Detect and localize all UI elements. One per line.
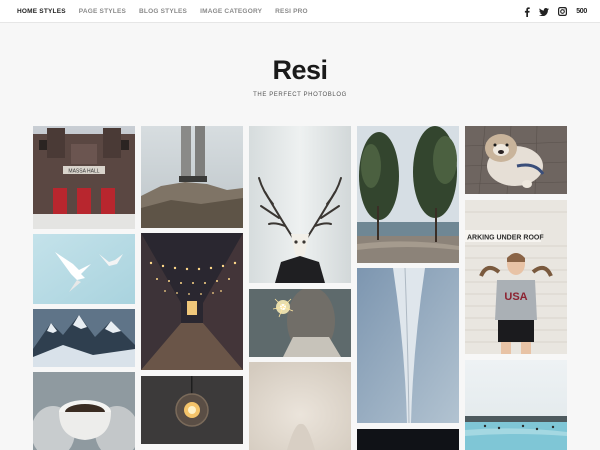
top-navigation-bar: HOME STYLES PAGE STYLES BLOG STYLES IMAG… [0,0,600,23]
photo-street-string-lights[interactable] [141,233,243,370]
photo-beige-still-life[interactable] [249,362,351,450]
photo-light-bulb[interactable] [141,376,243,444]
site-tagline: THE PERFECT PHOTOBLOG [253,92,347,98]
photo-trees-by-road[interactable] [357,126,459,263]
photo-building-red-doors[interactable]: MASSA HALL [33,126,135,229]
porch-sign-text: ARKING UNDER ROOF [467,235,544,242]
photo-dark-night[interactable] [357,429,459,450]
photo-snowy-mountains[interactable] [33,309,135,367]
photo-bulldog[interactable] [465,126,567,194]
500px-icon[interactable]: 500 [576,8,587,15]
nav-item-home-styles[interactable]: HOME STYLES [17,8,66,15]
nav-item-page-styles[interactable]: PAGE STYLES [79,8,126,15]
nav-item-resi-pro[interactable]: RESI PRO [275,8,308,15]
photo-tea-cup-mittens[interactable] [33,372,135,450]
photo-person-on-rocks[interactable] [141,126,243,228]
social-links: 500 [515,0,587,23]
main-menu: HOME STYLES PAGE STYLES BLOG STYLES IMAG… [17,0,321,23]
photo-curved-architecture[interactable] [357,268,459,423]
nav-item-blog-styles[interactable]: BLOG STYLES [139,8,187,15]
twitter-icon[interactable] [539,7,550,16]
photo-blue-lagoon[interactable] [465,360,567,450]
facebook-icon[interactable] [524,6,530,17]
nav-item-image-category[interactable]: IMAGE CATEGORY [200,8,262,15]
photo-seagulls[interactable] [33,234,135,304]
site-title[interactable]: Resi [0,55,600,86]
photo-antler-skull-mask[interactable] [249,126,351,283]
photo-sparkler[interactable] [249,289,351,357]
instagram-icon[interactable] [558,7,568,16]
photo-girl-usa-shirt[interactable]: ARKING UNDER ROOF USA [465,200,567,354]
shirt-text: USA [504,291,527,303]
building-sign-text: MASSA HALL [68,169,99,175]
